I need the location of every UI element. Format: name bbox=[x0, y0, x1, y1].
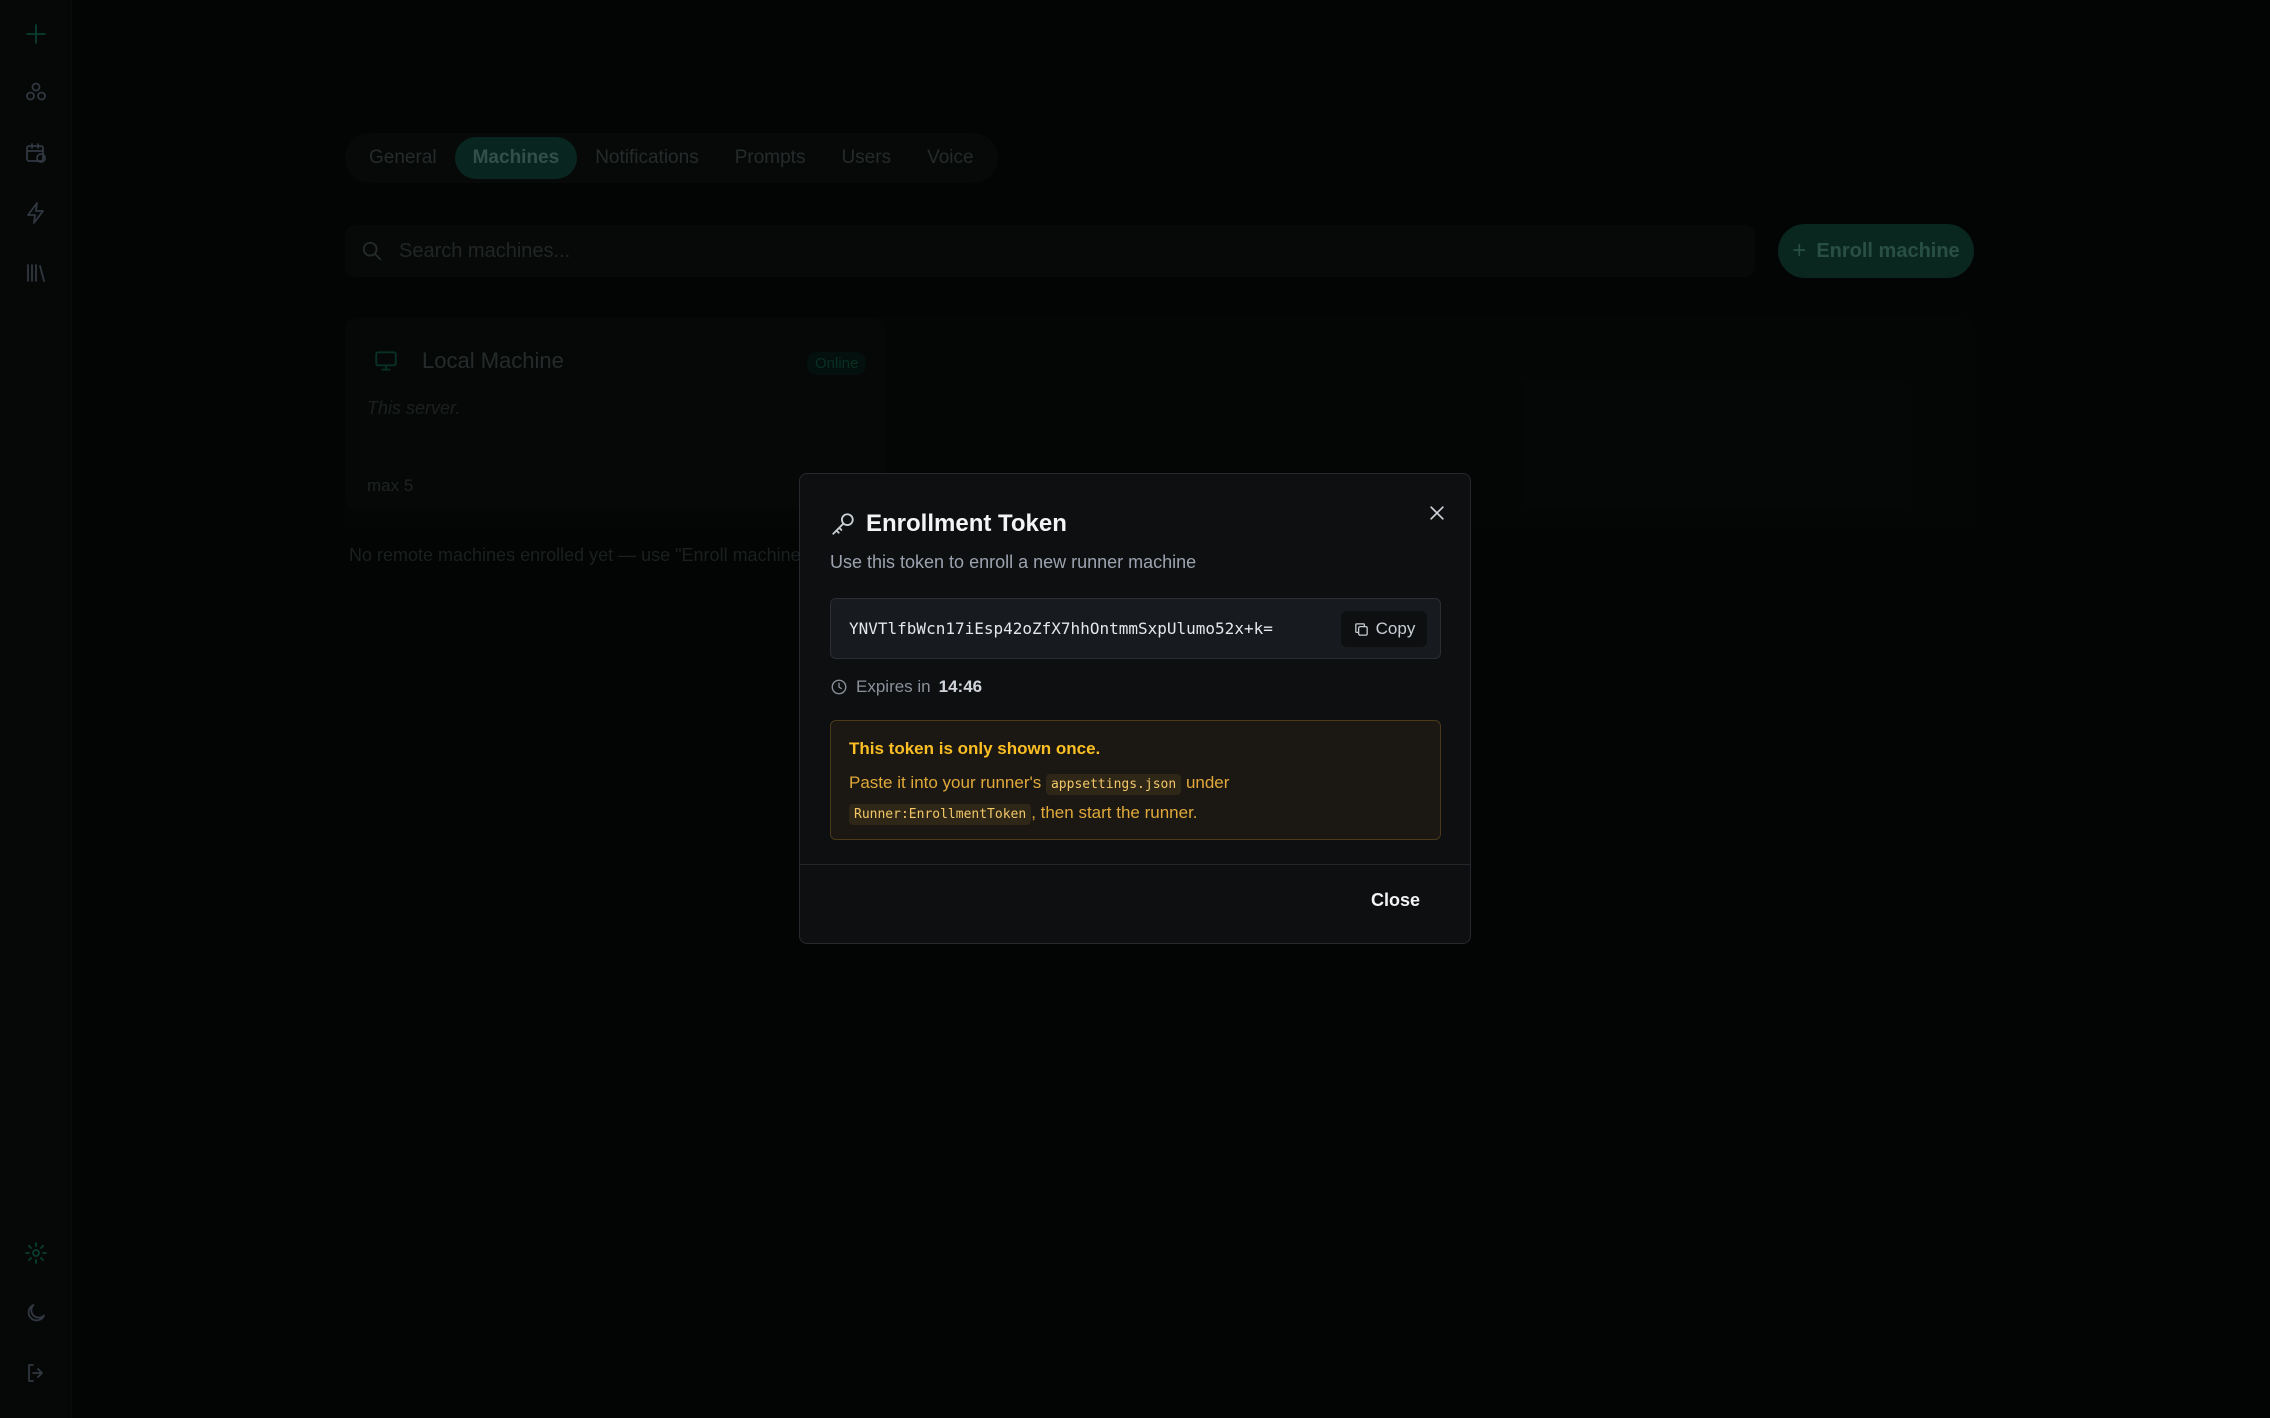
close-button[interactable]: Close bbox=[1371, 890, 1420, 911]
modal-footer bbox=[800, 864, 1470, 944]
copy-button[interactable]: Copy bbox=[1341, 611, 1427, 647]
warning-text-3: , then start the runner. bbox=[1031, 803, 1198, 822]
modal-header: Enrollment Token bbox=[830, 510, 1067, 538]
warning-text-2: under bbox=[1185, 773, 1230, 792]
warning-title: This token is only shown once. bbox=[849, 739, 1101, 758]
expires-info: Expires in 14:46 bbox=[830, 677, 982, 697]
enrollment-token-modal: Enrollment Token Use this token to enrol… bbox=[799, 473, 1471, 944]
warning-body: Paste it into your runner's appsettings.… bbox=[849, 769, 1422, 829]
expires-prefix: Expires in bbox=[856, 677, 931, 696]
code-appsettings: appsettings.json bbox=[1045, 774, 1182, 795]
clock-icon bbox=[831, 679, 847, 695]
token-field[interactable]: YNVTlfbWcn17iEsp42oZfX7hhOntmmSxpUlumo52… bbox=[830, 598, 1441, 659]
close-icon[interactable] bbox=[1422, 498, 1452, 528]
copy-icon bbox=[1354, 622, 1368, 636]
warning-box: This token is only shown once. Paste it … bbox=[830, 720, 1441, 840]
warning-text-1: Paste it into your runner's bbox=[849, 773, 1042, 792]
key-icon bbox=[832, 513, 854, 535]
code-enrollment-token: Runner:EnrollmentToken bbox=[849, 804, 1032, 825]
expires-value: 14:46 bbox=[938, 677, 983, 696]
token-value[interactable]: YNVTlfbWcn17iEsp42oZfX7hhOntmmSxpUlumo52… bbox=[849, 619, 1273, 638]
modal-title: Enrollment Token bbox=[866, 510, 1067, 537]
copy-label: Copy bbox=[1375, 619, 1416, 638]
modal-subtitle: Use this token to enroll a new runner ma… bbox=[830, 552, 1197, 572]
